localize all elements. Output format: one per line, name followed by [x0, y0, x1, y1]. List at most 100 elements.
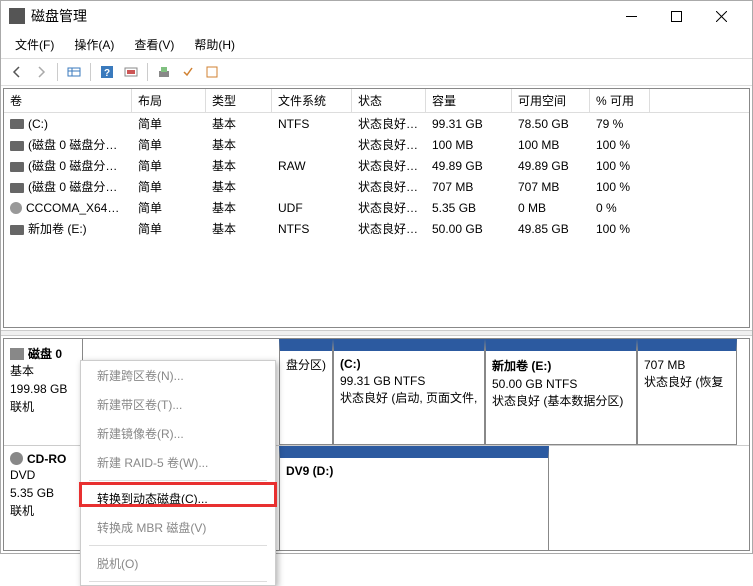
- partition[interactable]: DV9 (D:): [279, 446, 549, 551]
- cell: 简单: [132, 134, 206, 155]
- cell: [272, 185, 352, 189]
- cell: 新加卷 (E:): [4, 218, 132, 239]
- cell: 100 %: [590, 157, 650, 175]
- disk-bar: 盘分区)(C:)99.31 GB NTFS状态良好 (启动, 页面文件,新加卷 …: [279, 339, 749, 445]
- svg-text:?: ?: [104, 68, 110, 79]
- drive-icon: [10, 225, 24, 235]
- maximize-button[interactable]: [654, 2, 699, 30]
- cell: 基本: [206, 176, 272, 197]
- cell: 状态良好 (...: [352, 218, 426, 239]
- context-menu: 新建跨区卷(N)...新建带区卷(T)...新建镜像卷(R)...新建 RAID…: [80, 360, 276, 586]
- cell: NTFS: [272, 115, 352, 133]
- context-item: 新建 RAID-5 卷(W)...: [81, 448, 275, 477]
- column-header[interactable]: 状态: [352, 89, 426, 112]
- cell: 100 %: [590, 220, 650, 238]
- cell: 基本: [206, 113, 272, 134]
- disk-info[interactable]: CD-RODVD5.35 GB联机: [4, 446, 83, 551]
- volume-row[interactable]: (C:)简单基本NTFS状态良好 (...99.31 GB78.50 GB79 …: [4, 113, 749, 134]
- volume-list[interactable]: (C:)简单基本NTFS状态良好 (...99.31 GB78.50 GB79 …: [4, 113, 749, 327]
- close-button[interactable]: [699, 2, 744, 30]
- context-item: 新建镜像卷(R)...: [81, 419, 275, 448]
- cell: CCCOMA_X64FR...: [4, 199, 132, 217]
- menu-item-2[interactable]: 查看(V): [124, 33, 184, 56]
- cell: 状态良好 (...: [352, 134, 426, 155]
- app-icon: [9, 8, 25, 24]
- volume-row[interactable]: (磁盘 0 磁盘分区 3)简单基本RAW状态良好 (...49.89 GB49.…: [4, 155, 749, 176]
- volume-row[interactable]: CCCOMA_X64FR...简单基本UDF状态良好 (...5.35 GB0 …: [4, 197, 749, 218]
- context-item: 新建跨区卷(N)...: [81, 361, 275, 390]
- partition[interactable]: (C:)99.31 GB NTFS状态良好 (启动, 页面文件,: [333, 339, 485, 445]
- cell: 100 MB: [426, 136, 512, 154]
- context-item: 转换成 MBR 磁盘(V): [81, 513, 275, 542]
- cell: 状态良好 (...: [352, 113, 426, 134]
- cell: [272, 143, 352, 147]
- context-separator: [89, 480, 267, 481]
- context-separator: [89, 545, 267, 546]
- cell: 78.50 GB: [512, 115, 590, 133]
- settings-button[interactable]: [153, 62, 175, 82]
- cell: 49.85 GB: [512, 220, 590, 238]
- menubar: 文件(F)操作(A)查看(V)帮助(H): [1, 31, 752, 58]
- menu-item-1[interactable]: 操作(A): [64, 33, 124, 56]
- cell: (磁盘 0 磁盘分区 3): [4, 155, 132, 176]
- drive-icon: [10, 183, 24, 193]
- pane-divider[interactable]: [1, 330, 752, 336]
- cell: 简单: [132, 197, 206, 218]
- column-header[interactable]: 类型: [206, 89, 272, 112]
- help-button[interactable]: ?: [96, 62, 118, 82]
- column-header[interactable]: 容量: [426, 89, 512, 112]
- cell: 0 %: [590, 199, 650, 217]
- context-item[interactable]: 转换到动态磁盘(C)...: [81, 484, 275, 513]
- refresh-button[interactable]: [120, 62, 142, 82]
- volume-row[interactable]: (磁盘 0 磁盘分区 1)简单基本状态良好 (...100 MB100 MB10…: [4, 134, 749, 155]
- cell: 79 %: [590, 115, 650, 133]
- cd-icon: [10, 202, 22, 214]
- cell: 707 MB: [512, 178, 590, 196]
- drive-icon: [10, 141, 24, 151]
- view-button[interactable]: [63, 62, 85, 82]
- cell: 100 %: [590, 178, 650, 196]
- cell: 50.00 GB: [426, 220, 512, 238]
- partition[interactable]: 新加卷 (E:)50.00 GB NTFS状态良好 (基本数据分区): [485, 339, 637, 445]
- cell: 100 %: [590, 136, 650, 154]
- forward-button[interactable]: [30, 62, 52, 82]
- cell: 基本: [206, 134, 272, 155]
- cell: RAW: [272, 157, 352, 175]
- cell: 简单: [132, 218, 206, 239]
- cell: 100 MB: [512, 136, 590, 154]
- cell: 状态良好 (...: [352, 197, 426, 218]
- volume-row[interactable]: (磁盘 0 磁盘分区 6)简单基本状态良好 (...707 MB707 MB10…: [4, 176, 749, 197]
- cell: 基本: [206, 155, 272, 176]
- partition[interactable]: 盘分区): [279, 339, 333, 445]
- menu-item-0[interactable]: 文件(F): [5, 33, 64, 56]
- cell: 49.89 GB: [426, 157, 512, 175]
- cell: 707 MB: [426, 178, 512, 196]
- volume-row[interactable]: 新加卷 (E:)简单基本NTFS状态良好 (...50.00 GB49.85 G…: [4, 218, 749, 239]
- cell: (C:): [4, 115, 132, 133]
- column-header[interactable]: % 可用: [590, 89, 650, 112]
- cd-icon: [10, 452, 23, 465]
- cell: (磁盘 0 磁盘分区 1): [4, 134, 132, 155]
- drive-icon: [10, 162, 24, 172]
- action1-button[interactable]: [177, 62, 199, 82]
- disk-bar: DV9 (D:): [279, 446, 749, 551]
- column-header[interactable]: 文件系统: [272, 89, 352, 112]
- minimize-button[interactable]: [609, 2, 654, 30]
- menu-item-3[interactable]: 帮助(H): [184, 33, 245, 56]
- drive-icon: [10, 119, 24, 129]
- cell: 状态良好 (...: [352, 176, 426, 197]
- column-header[interactable]: 卷: [4, 89, 132, 112]
- window-title: 磁盘管理: [31, 6, 609, 26]
- column-header[interactable]: 布局: [132, 89, 206, 112]
- column-header[interactable]: 可用空间: [512, 89, 590, 112]
- action2-button[interactable]: [201, 62, 223, 82]
- back-button[interactable]: [6, 62, 28, 82]
- cell: 简单: [132, 155, 206, 176]
- disk-icon: [10, 348, 24, 360]
- toolbar: ?: [1, 58, 752, 86]
- context-item: 脱机(O): [81, 549, 275, 578]
- volume-list-header: 卷布局类型文件系统状态容量可用空间% 可用: [4, 89, 749, 113]
- cell: (磁盘 0 磁盘分区 6): [4, 176, 132, 197]
- disk-info[interactable]: 磁盘 0基本199.98 GB联机: [4, 339, 83, 445]
- partition[interactable]: 707 MB状态良好 (恢复: [637, 339, 737, 445]
